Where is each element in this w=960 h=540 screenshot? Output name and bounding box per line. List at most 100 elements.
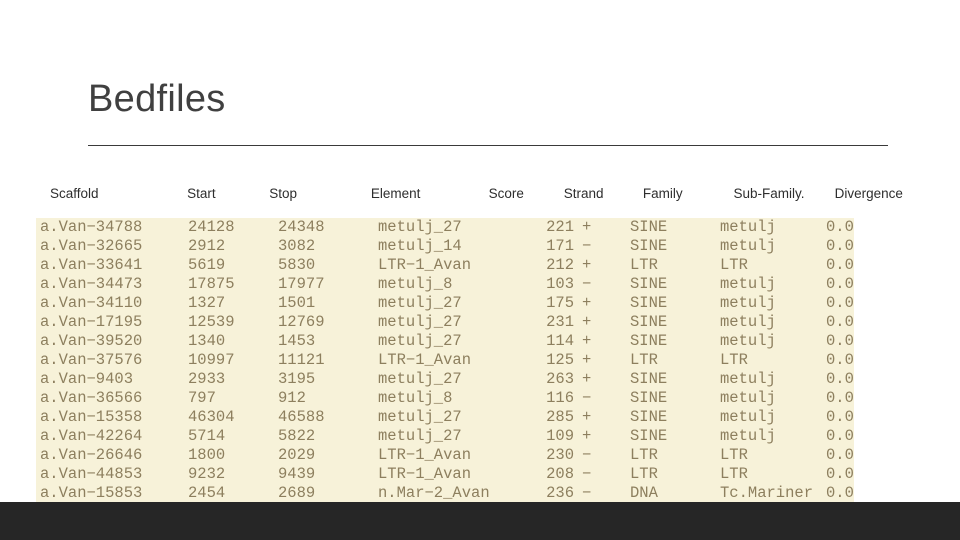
cell-start: 9232: [188, 465, 226, 483]
cell-start: 5619: [188, 256, 226, 274]
cell-scaffold: a.Van−17195: [40, 313, 143, 331]
cell-divergence: 0.0: [826, 484, 854, 502]
table-row: a.Van−26646 1800 2029 LTR−1_Avan 230− LTR LTR 0…: [36, 446, 854, 465]
column-header-element: Element: [370, 186, 421, 201]
cell-subfamily: metulj: [720, 237, 776, 255]
cell-start: 1327: [188, 294, 226, 312]
column-header-subfamily: Sub-Family.: [733, 186, 805, 201]
cell-strand: −: [582, 484, 592, 502]
table-row: a.Van−36566 797 912 metulj_8 116− SINE metulj 0…: [36, 389, 854, 408]
table-row: a.Van−17195 12539 12769 metulj_27 231 + SINE me…: [36, 313, 854, 332]
cell-subfamily: LTR: [720, 465, 748, 483]
bedfile-data-block: a.Van−34788 24128 24348 metulj_27 221 + SINE me…: [36, 218, 854, 502]
cell-subfamily: metulj: [720, 408, 776, 426]
cell-subfamily: metulj: [720, 427, 776, 445]
cell-score: 212: [546, 256, 574, 274]
cell-subfamily: metulj: [720, 218, 776, 236]
cell-score: 221: [546, 218, 574, 236]
cell-strand: +: [582, 218, 592, 236]
column-header-start: Start: [187, 186, 216, 201]
cell-strand: +: [582, 351, 592, 369]
cell-stop: 11121: [278, 351, 325, 369]
cell-score: 285: [546, 408, 574, 426]
cell-family: SINE: [630, 313, 668, 331]
cell-strand: +: [582, 332, 592, 350]
cell-strand: −: [582, 465, 592, 483]
page-title: Bedfiles: [88, 78, 226, 120]
cell-subfamily: Tc.Mariner: [720, 484, 814, 502]
cell-start: 2933: [188, 370, 226, 388]
cell-start: 1340: [188, 332, 226, 350]
cell-strand: −: [582, 389, 592, 407]
cell-stop: 1453: [278, 332, 316, 350]
cell-divergence: 0.0: [826, 313, 854, 331]
table-row: a.Van−37576 10997 11121 LTR−1_Avan 125 + LTR LT…: [36, 351, 854, 370]
cell-element: metulj_27: [378, 332, 462, 350]
column-header-family: Family: [642, 186, 683, 201]
cell-scaffold: a.Van−9403: [40, 370, 134, 388]
cell-scaffold: a.Van−26646: [40, 446, 143, 464]
cell-score: 236: [546, 484, 574, 502]
table-row: a.Van−42264 5714 5822 metulj_27 109 + SINE metu…: [36, 427, 854, 446]
cell-family: SINE: [630, 389, 668, 407]
table-header-area: Scaffold Start Stop Element Score Strand…: [36, 186, 924, 211]
table-row: a.Van−34110 1327 1501 metulj_27 175 + SINE metu…: [36, 294, 854, 313]
cell-strand: +: [582, 313, 592, 331]
cell-start: 17875: [188, 275, 235, 293]
cell-scaffold: a.Van−42264: [40, 427, 143, 445]
cell-strand: +: [582, 370, 592, 388]
cell-scaffold: a.Van−39520: [40, 332, 143, 350]
cell-score: 208: [546, 465, 574, 483]
cell-score: 263: [546, 370, 574, 388]
cell-divergence: 0.0: [826, 446, 854, 464]
cell-element: metulj_8: [378, 389, 453, 407]
cell-start: 46304: [188, 408, 235, 426]
title-divider: [88, 145, 888, 146]
table-row: a.Van−15853 2454 2689 n.Mar−2_Avan 236− DNA Tc…: [36, 484, 854, 502]
table-row: a.Van−33641 5619 5830 LTR−1_Avan 212 + LTR LTR 0…: [36, 256, 854, 275]
cell-element: metulj_27: [378, 218, 462, 236]
cell-scaffold: a.Van−15853: [40, 484, 143, 502]
table-row: a.Van−39520 1340 1453 metulj_27 114 + SINE metu…: [36, 332, 854, 351]
cell-subfamily: metulj: [720, 370, 776, 388]
cell-element: LTR−1_Avan: [378, 256, 472, 274]
cell-stop: 2029: [278, 446, 316, 464]
cell-start: 12539: [188, 313, 235, 331]
column-header-score: Score: [488, 186, 524, 201]
cell-score: 116: [546, 389, 574, 407]
cell-element: metulj_27: [378, 427, 462, 445]
cell-element: metulj_14: [378, 237, 462, 255]
cell-family: SINE: [630, 237, 668, 255]
cell-stop: 46588: [278, 408, 325, 426]
cell-subfamily: LTR: [720, 256, 748, 274]
cell-start: 5714: [188, 427, 226, 445]
cell-stop: 9439: [278, 465, 316, 483]
cell-subfamily: metulj: [720, 332, 776, 350]
cell-divergence: 0.0: [826, 294, 854, 312]
cell-subfamily: metulj: [720, 275, 776, 293]
cell-divergence: 0.0: [826, 332, 854, 350]
cell-stop: 5830: [278, 256, 316, 274]
cell-family: LTR: [630, 256, 658, 274]
cell-stop: 12769: [278, 313, 325, 331]
cell-strand: +: [582, 294, 592, 312]
cell-divergence: 0.0: [826, 218, 854, 236]
bedfile-rows: a.Van−34788 24128 24348 metulj_27 221 + SINE me…: [36, 218, 854, 502]
cell-subfamily: metulj: [720, 294, 776, 312]
table-row: a.Van−15358 46304 46588 metulj_27 285 + SINE me…: [36, 408, 854, 427]
cell-strand: −: [582, 237, 592, 255]
cell-family: LTR: [630, 351, 658, 369]
slide: Bedfiles Scaffold Start Stop Element Sco…: [0, 0, 960, 540]
cell-divergence: 0.0: [826, 389, 854, 407]
bedfile-header-table: Scaffold Start Stop Element Score Strand…: [36, 186, 924, 211]
cell-scaffold: a.Van−15358: [40, 408, 143, 426]
column-header-divergence: Divergence: [834, 186, 903, 201]
cell-element: metulj_27: [378, 294, 462, 312]
cell-family: SINE: [630, 294, 668, 312]
cell-subfamily: LTR: [720, 351, 748, 369]
table-row: a.Van−44853 9232 9439 LTR−1_Avan 208− LTR LTR 0…: [36, 465, 854, 484]
cell-stop: 912: [278, 389, 306, 407]
cell-family: SINE: [630, 427, 668, 445]
cell-score: 231: [546, 313, 574, 331]
cell-score: 175: [546, 294, 574, 312]
